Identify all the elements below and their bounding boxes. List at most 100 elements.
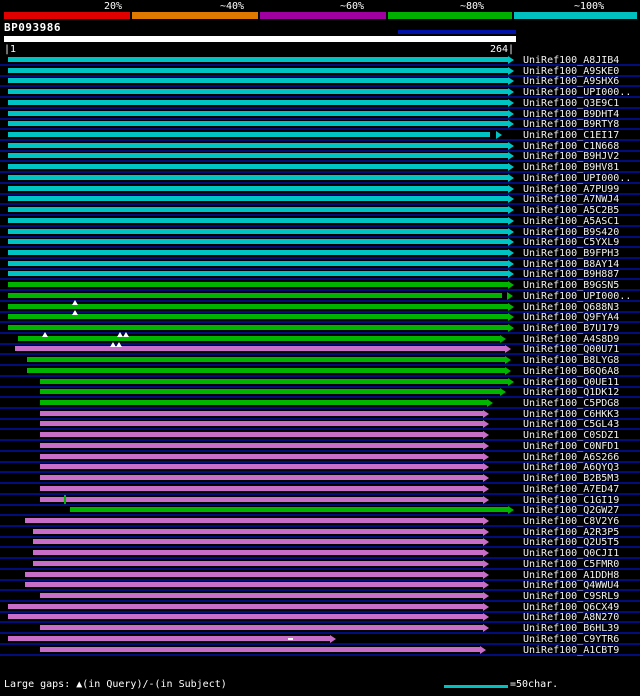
hit-accession-label[interactable]: UniRef100_C0NFD1 bbox=[523, 441, 619, 452]
hit-accession-label[interactable]: UniRef100_C0SDZ1 bbox=[523, 430, 619, 441]
hit-accession-label[interactable]: UniRef100_B2B5M3 bbox=[523, 473, 619, 484]
alignment-bar[interactable] bbox=[8, 314, 508, 320]
hit-accession-label[interactable]: UniRef100_Q2GW27 bbox=[523, 505, 619, 516]
hit-accession-label[interactable]: UniRef100_Q9FYA4 bbox=[523, 312, 619, 323]
alignment-bar[interactable] bbox=[8, 635, 330, 641]
hit-accession-label[interactable]: UniRef100_B9HV81 bbox=[523, 162, 619, 173]
alignment-bar[interactable] bbox=[25, 517, 483, 523]
alignment-bar[interactable] bbox=[8, 228, 508, 234]
hit-accession-label[interactable]: UniRef100_Q4WWU4 bbox=[523, 580, 619, 591]
hit-accession-label[interactable]: UniRef100_Q6CX49 bbox=[523, 602, 619, 613]
hit-accession-label[interactable]: UniRef100_A1DDH8 bbox=[523, 570, 619, 581]
hit-accession-label[interactable]: UniRef100_UPI000.. bbox=[523, 291, 631, 302]
hit-accession-label[interactable]: UniRef100_A9SHX6 bbox=[523, 76, 619, 87]
alignment-bar[interactable] bbox=[8, 603, 483, 609]
hit-accession-label[interactable]: UniRef100_Q3E9C1 bbox=[523, 98, 619, 109]
alignment-bar[interactable] bbox=[40, 389, 500, 395]
alignment-bar[interactable] bbox=[8, 132, 490, 138]
hit-accession-label[interactable]: UniRef100_A5C2B5 bbox=[523, 205, 619, 216]
hit-accession-label[interactable]: UniRef100_A7NWJ4 bbox=[523, 194, 619, 205]
hit-accession-label[interactable]: UniRef100_C1GI19 bbox=[523, 495, 619, 506]
alignment-bar[interactable] bbox=[40, 496, 483, 502]
alignment-bar[interactable] bbox=[8, 110, 508, 116]
hit-accession-label[interactable]: UniRef100_B9FPH3 bbox=[523, 248, 619, 259]
alignment-bar[interactable] bbox=[8, 67, 508, 73]
alignment-bar[interactable] bbox=[27, 367, 505, 373]
alignment-bar[interactable] bbox=[33, 550, 483, 556]
hit-accession-label[interactable]: UniRef100_A1CBT9 bbox=[523, 645, 619, 656]
alignment-bar[interactable] bbox=[40, 593, 483, 598]
hit-accession-label[interactable]: UniRef100_A6S266 bbox=[523, 452, 619, 463]
alignment-bar[interactable] bbox=[8, 282, 508, 288]
alignment-bar[interactable] bbox=[40, 378, 508, 384]
alignment-bar[interactable] bbox=[8, 614, 483, 620]
alignment-bar[interactable] bbox=[40, 432, 483, 438]
alignment-bar[interactable] bbox=[8, 325, 508, 330]
alignment-bar[interactable] bbox=[40, 646, 480, 652]
alignment-bar[interactable] bbox=[8, 239, 508, 245]
alignment-bar[interactable] bbox=[33, 528, 483, 534]
alignment-bar[interactable] bbox=[8, 292, 502, 298]
hit-accession-label[interactable]: UniRef100_B9S420 bbox=[523, 227, 619, 238]
hit-accession-label[interactable]: UniRef100_A8JIB4 bbox=[523, 55, 619, 66]
alignment-bar[interactable] bbox=[8, 89, 508, 95]
alignment-bar[interactable] bbox=[8, 207, 508, 213]
hit-accession-label[interactable]: UniRef100_Q0CJI1 bbox=[523, 548, 619, 559]
hit-accession-label[interactable]: UniRef100_B9GSN5 bbox=[523, 280, 619, 291]
alignment-bar[interactable] bbox=[25, 571, 483, 577]
hit-accession-label[interactable]: UniRef100_Q2U5T5 bbox=[523, 537, 619, 548]
hit-accession-label[interactable]: UniRef100_A7PU99 bbox=[523, 184, 619, 195]
alignment-bar[interactable] bbox=[40, 475, 483, 481]
alignment-bar[interactable] bbox=[8, 185, 508, 191]
alignment-bar[interactable] bbox=[27, 357, 505, 363]
alignment-bar[interactable] bbox=[8, 153, 508, 159]
alignment-bar[interactable] bbox=[8, 174, 508, 180]
alignment-bar[interactable] bbox=[8, 121, 508, 127]
alignment-bar[interactable] bbox=[8, 78, 508, 84]
alignment-bar[interactable] bbox=[40, 625, 483, 631]
hit-accession-label[interactable]: UniRef100_C5GL43 bbox=[523, 419, 619, 430]
hit-accession-label[interactable]: UniRef100_Q688N3 bbox=[523, 302, 619, 313]
alignment-bar[interactable] bbox=[40, 421, 483, 427]
alignment-bar[interactable] bbox=[33, 539, 483, 545]
hit-accession-label[interactable]: UniRef100_B9H887 bbox=[523, 269, 619, 280]
hit-accession-label[interactable]: UniRef100_C1N668 bbox=[523, 141, 619, 152]
alignment-bar[interactable] bbox=[15, 346, 505, 352]
hit-accession-label[interactable]: UniRef100_A6QYQ3 bbox=[523, 462, 619, 473]
hit-accession-label[interactable]: UniRef100_C1EI17 bbox=[523, 130, 619, 141]
hit-accession-label[interactable]: UniRef100_A4S8D9 bbox=[523, 334, 619, 345]
alignment-bar[interactable] bbox=[8, 217, 508, 223]
hit-accession-label[interactable]: UniRef100_C9SRL9 bbox=[523, 591, 619, 602]
alignment-bar[interactable] bbox=[70, 507, 508, 513]
alignment-bar[interactable] bbox=[18, 335, 500, 341]
hit-accession-label[interactable]: UniRef100_C5FMR0 bbox=[523, 559, 619, 570]
alignment-bar[interactable] bbox=[40, 485, 483, 491]
alignment-bar[interactable] bbox=[8, 196, 508, 202]
alignment-bar[interactable] bbox=[40, 442, 483, 448]
hit-accession-label[interactable]: UniRef100_B9DHT4 bbox=[523, 109, 619, 120]
hit-accession-label[interactable]: UniRef100_A2R3P5 bbox=[523, 527, 619, 538]
hit-accession-label[interactable]: UniRef100_C5PDG8 bbox=[523, 398, 619, 409]
hit-accession-label[interactable]: UniRef100_B6Q6A8 bbox=[523, 366, 619, 377]
hit-accession-label[interactable]: UniRef100_A7ED47 bbox=[523, 484, 619, 495]
hit-accession-label[interactable]: UniRef100_UPI000.. bbox=[523, 87, 631, 98]
hit-accession-label[interactable]: UniRef100_A5ASC1 bbox=[523, 216, 619, 227]
alignment-bar[interactable] bbox=[8, 303, 508, 309]
hit-accession-label[interactable]: UniRef100_Q0UE11 bbox=[523, 377, 619, 388]
alignment-bar[interactable] bbox=[8, 249, 508, 255]
hit-accession-label[interactable]: UniRef100_B9RTY8 bbox=[523, 119, 619, 130]
alignment-bar[interactable] bbox=[8, 164, 508, 170]
alignment-bar[interactable] bbox=[8, 142, 508, 148]
hit-accession-label[interactable]: UniRef100_UPI000.. bbox=[523, 173, 631, 184]
alignment-bar[interactable] bbox=[8, 57, 508, 62]
hit-accession-label[interactable]: UniRef100_C8V2Y6 bbox=[523, 516, 619, 527]
hit-accession-label[interactable]: UniRef100_Q1DK12 bbox=[523, 387, 619, 398]
hit-accession-label[interactable]: UniRef100_B8LYG8 bbox=[523, 355, 619, 366]
hit-accession-label[interactable]: UniRef100_B7U179 bbox=[523, 323, 619, 334]
alignment-bar[interactable] bbox=[33, 560, 483, 566]
hit-accession-label[interactable]: UniRef100_C6HKK3 bbox=[523, 409, 619, 420]
alignment-bar[interactable] bbox=[25, 582, 483, 588]
alignment-bar[interactable] bbox=[40, 464, 483, 470]
alignment-bar[interactable] bbox=[40, 453, 483, 459]
alignment-bar[interactable] bbox=[8, 260, 508, 266]
